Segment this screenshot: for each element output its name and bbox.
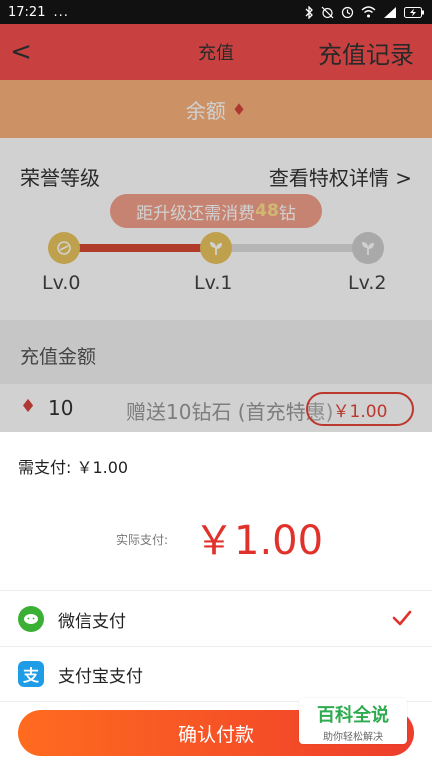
bluetooth-icon <box>305 5 313 19</box>
alarm-off-icon <box>321 6 334 18</box>
alipay-icon: 支 <box>18 661 44 687</box>
status-bar: 17:21 ... <box>0 0 432 24</box>
need-pay-text: 需支付: ￥1.00 <box>18 458 129 477</box>
status-time: 17:21 <box>8 4 46 20</box>
battery-charging-icon <box>404 6 424 18</box>
wifi-icon <box>361 6 376 18</box>
clock-icon <box>341 6 354 18</box>
actual-pay-label: 实际支付: <box>116 533 169 547</box>
actual-pay-amount: ￥1.00 <box>194 518 324 564</box>
payment-method-label: 微信支付 <box>58 611 126 632</box>
signal-icon <box>384 7 396 18</box>
checkmark-icon <box>392 610 412 626</box>
status-dots: ... <box>53 4 69 20</box>
wechat-icon <box>18 606 44 632</box>
watermark-logo: 百科全说 助你轻松解决 <box>299 698 407 744</box>
payment-method-label: 支付宝支付 <box>58 666 143 687</box>
watermark-subtitle: 助你轻松解决 <box>323 732 383 743</box>
watermark-title: 百科全说 <box>317 705 389 726</box>
payment-method-alipay[interactable]: 支 支付宝支付 <box>0 647 432 701</box>
divider <box>0 590 432 591</box>
payment-method-wechat[interactable]: 微信支付 <box>0 592 432 646</box>
status-icons <box>305 5 424 19</box>
modal-backdrop[interactable] <box>0 24 432 432</box>
